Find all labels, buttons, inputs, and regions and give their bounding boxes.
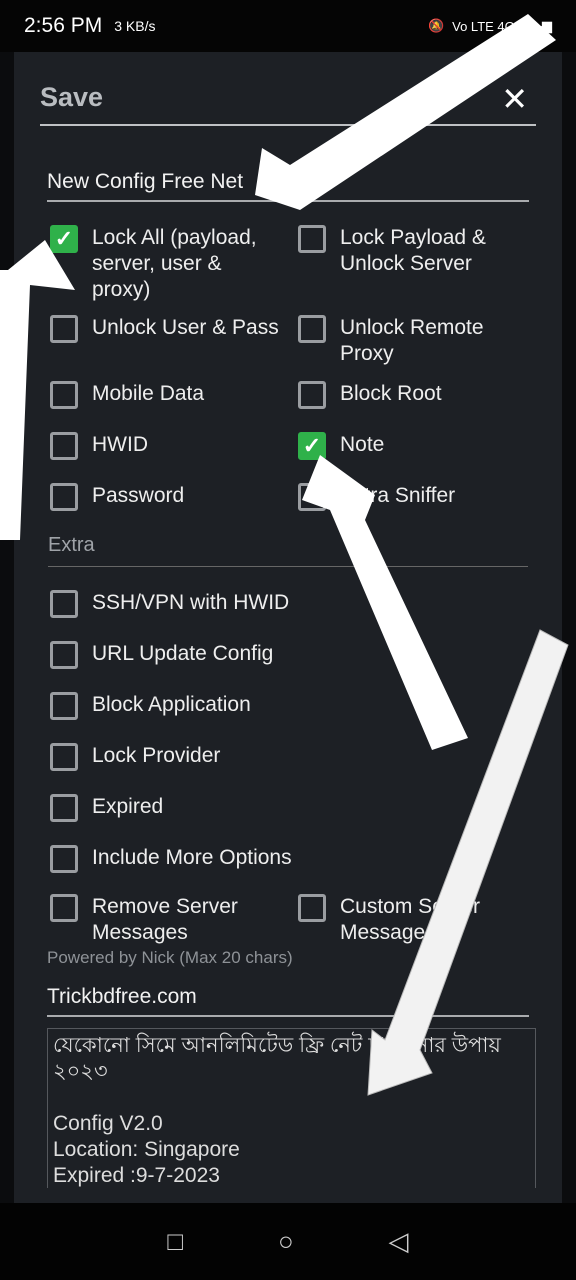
checkbox-unchecked-icon[interactable] (50, 845, 78, 873)
checkbox-unchecked-icon[interactable] (298, 225, 326, 253)
checkbox-unlock-user-pass[interactable]: Unlock User & Pass (50, 315, 280, 343)
extra-divider (48, 566, 528, 567)
checkbox-label: Lock Provider (92, 744, 221, 767)
checkbox-label: Custom Server Messages (340, 895, 481, 944)
checkbox-label: Mobile Data (92, 382, 205, 405)
checkbox-lock-all-payload-server-user-proxy[interactable]: ✓ Lock All (payload, server, user & proxy… (50, 225, 280, 303)
checkbox-unchecked-icon[interactable] (50, 743, 78, 771)
checkbox-label: Password (92, 484, 185, 507)
checkbox-checked-icon[interactable]: ✓ (298, 432, 326, 460)
powered-by-hint: Powered by Nick (Max 20 chars) (47, 948, 293, 967)
recents-button[interactable]: □ (167, 1226, 183, 1257)
checkbox-unchecked-icon[interactable] (50, 692, 78, 720)
checkbox-unchecked-icon[interactable] (50, 315, 78, 343)
checkbox-label: Note (340, 433, 385, 456)
dialog-title: Save (40, 82, 104, 112)
back-button[interactable]: ◁ (389, 1226, 409, 1257)
checkbox-label: Extra Sniffer (340, 484, 456, 507)
checkbox-lock-provider[interactable]: Lock Provider (50, 743, 510, 771)
checkbox-unchecked-icon[interactable] (298, 894, 326, 922)
mute-icon: 🔕 (427, 18, 445, 33)
checkbox-label: Expired (92, 795, 164, 818)
checkbox-label: Remove Server Messages (92, 895, 238, 944)
checkbox-url-update-config[interactable]: URL Update Config (50, 641, 510, 669)
checkbox-password[interactable]: Password (50, 483, 280, 511)
close-icon[interactable]: ✕ (501, 80, 528, 118)
checkbox-unchecked-icon[interactable] (50, 432, 78, 460)
powered-by-input[interactable]: Trickbdfree.com (47, 985, 529, 1017)
signal-icon: ▂▄▆ (522, 18, 552, 33)
checkbox-unchecked-icon[interactable] (50, 894, 78, 922)
checkbox-label: Include More Options (92, 846, 292, 869)
checkbox-block-root[interactable]: Block Root (298, 381, 528, 409)
checkbox-unchecked-icon[interactable] (50, 381, 78, 409)
checkbox-lock-payload-unlock-server[interactable]: Lock Payload & Unlock Server (298, 225, 528, 277)
clock: 2:56 PM (24, 14, 103, 37)
checkbox-label: SSH/VPN with HWID (92, 591, 290, 614)
checkbox-mobile-data[interactable]: Mobile Data (50, 381, 280, 409)
checkbox-checked-icon[interactable]: ✓ (50, 225, 78, 253)
save-dialog: Save ✕ New Config Free Net ✓ Lock All (pa… (14, 52, 562, 1203)
checkbox-custom-server-messages[interactable]: Custom Server Messages (298, 894, 528, 946)
title-divider (40, 124, 536, 126)
checkbox-label: URL Update Config (92, 642, 274, 665)
network-indicator: Vo LTE 4G (452, 18, 515, 34)
status-bar: 2:56 PM 3 KB/s 🔕 Vo LTE 4G ▂▄▆ (0, 0, 576, 52)
note-textarea[interactable]: যেকোনো সিমে আনলিমিটেড ফ্রি নেট চালানোর উ… (47, 1028, 536, 1188)
checkbox-unchecked-icon[interactable] (50, 590, 78, 618)
checkbox-include-more-options[interactable]: Include More Options (50, 845, 510, 873)
checkbox-unchecked-icon[interactable] (298, 315, 326, 343)
checkbox-expired[interactable]: Expired (50, 794, 510, 822)
checkbox-hwid[interactable]: HWID (50, 432, 280, 460)
checkbox-label: Lock Payload & Unlock Server (340, 226, 486, 275)
filename-input[interactable]: New Config Free Net (47, 170, 529, 202)
checkbox-unchecked-icon[interactable] (50, 641, 78, 669)
home-button[interactable]: ○ (278, 1226, 294, 1257)
checkbox-label: Block Root (340, 382, 442, 405)
checkbox-label: HWID (92, 433, 148, 456)
checkbox-block-application[interactable]: Block Application (50, 692, 510, 720)
checkbox-unchecked-icon[interactable] (50, 483, 78, 511)
checkbox-label: Lock All (payload, server, user & proxy) (92, 226, 257, 301)
checkbox-label: Unlock Remote Proxy (340, 316, 484, 365)
net-speed: 3 KB/s (114, 18, 156, 34)
extra-section-label: Extra (48, 534, 95, 556)
checkbox-unchecked-icon[interactable] (298, 381, 326, 409)
navigation-bar: □ ○ ◁ (0, 1203, 576, 1280)
checkbox-unchecked-icon[interactable] (50, 794, 78, 822)
checkbox-label: Unlock User & Pass (92, 316, 279, 339)
checkbox-extra-sniffer[interactable]: Extra Sniffer (298, 483, 528, 511)
checkbox-unlock-remote-proxy[interactable]: Unlock Remote Proxy (298, 315, 528, 367)
checkbox-note[interactable]: ✓ Note (298, 432, 528, 460)
checkbox-ssh-vpn-with-hwid[interactable]: SSH/VPN with HWID (50, 590, 510, 618)
checkbox-label: Block Application (92, 693, 251, 716)
checkbox-remove-server-messages[interactable]: Remove Server Messages (50, 894, 280, 946)
checkbox-unchecked-icon[interactable] (298, 483, 326, 511)
